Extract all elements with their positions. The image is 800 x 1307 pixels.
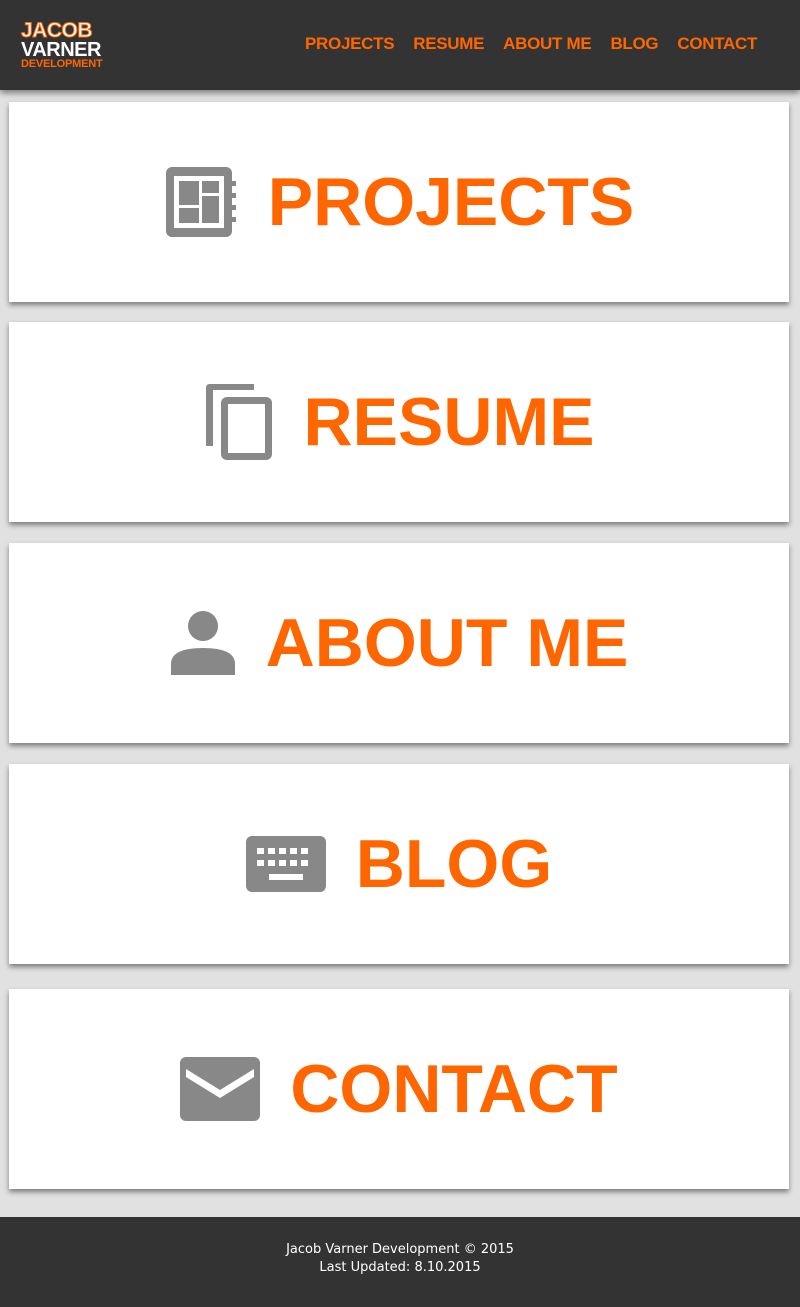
logo-line-jacob: JACOB xyxy=(21,19,94,42)
card-label-resume: RESUME xyxy=(303,384,595,460)
card-resume[interactable]: RESUME xyxy=(9,322,789,522)
dashboard-icon xyxy=(164,165,238,239)
copy-documents-icon xyxy=(204,382,274,462)
footer-copyright: Jacob Varner Development © 2015 xyxy=(286,1242,514,1257)
mail-icon xyxy=(180,1057,261,1121)
main-nav: PROJECTS RESUME ABOUT ME BLOG CONTACT xyxy=(305,34,757,54)
logo-line-development: DEVELOPMENT xyxy=(21,58,103,70)
nav-link-about-me[interactable]: ABOUT ME xyxy=(503,34,592,54)
nav-link-resume[interactable]: RESUME xyxy=(413,34,484,54)
person-icon xyxy=(170,610,236,676)
logo-line-varner: VARNER xyxy=(21,39,101,61)
card-label-blog: BLOG xyxy=(355,826,553,902)
card-about-me[interactable]: ABOUT ME xyxy=(9,543,789,743)
nav-link-projects[interactable]: PROJECTS xyxy=(305,34,395,54)
card-label-contact: CONTACT xyxy=(290,1051,618,1127)
keyboard-icon xyxy=(245,836,326,892)
footer-last-updated: Last Updated: 8.10.2015 xyxy=(319,1260,481,1275)
nav-link-blog[interactable]: BLOG xyxy=(610,34,658,54)
card-blog[interactable]: BLOG xyxy=(9,764,789,964)
site-footer: Jacob Varner Development © 2015 Last Upd… xyxy=(0,1217,800,1307)
nav-link-contact[interactable]: CONTACT xyxy=(677,34,757,54)
card-label-about-me: ABOUT ME xyxy=(265,605,629,681)
card-projects[interactable]: PROJECTS xyxy=(9,102,789,302)
card-contact[interactable]: CONTACT xyxy=(9,989,789,1189)
site-logo[interactable]: JACOB VARNER DEVELOPMENT xyxy=(21,20,111,70)
card-label-projects: PROJECTS xyxy=(267,164,635,240)
site-header: JACOB VARNER DEVELOPMENT PROJECTS RESUME… xyxy=(0,0,800,90)
